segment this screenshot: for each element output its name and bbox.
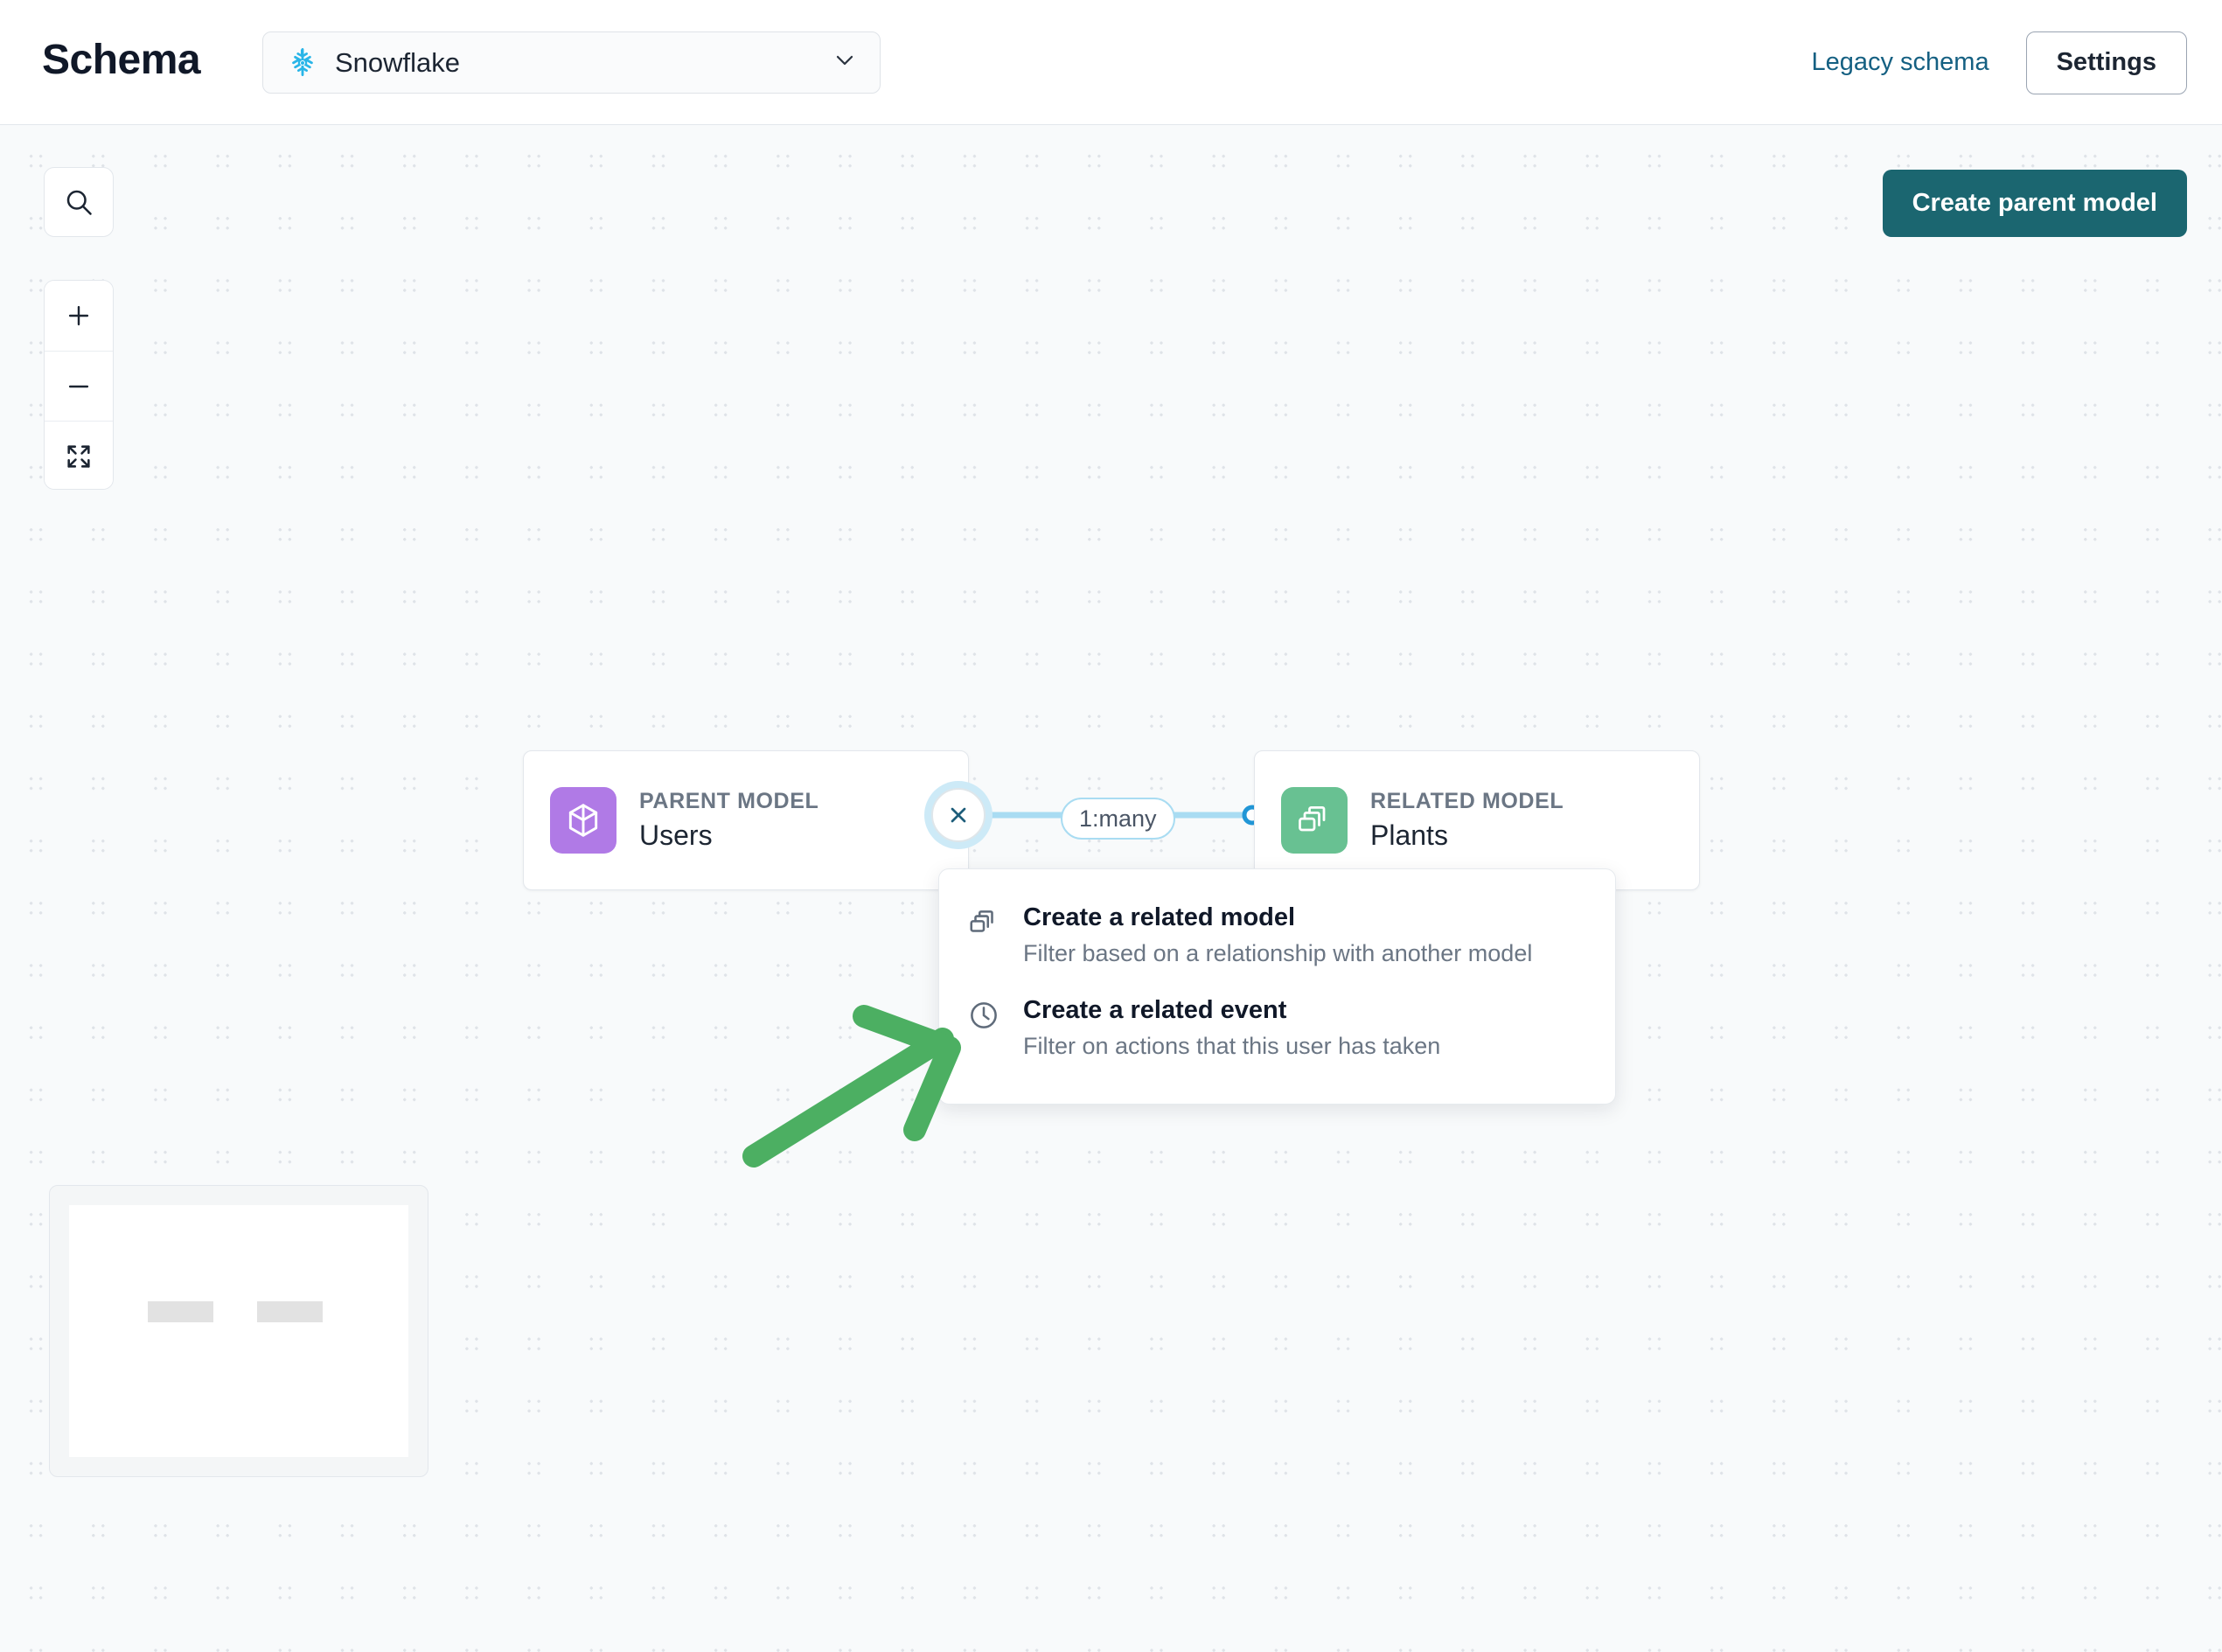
zoom-in-button[interactable] <box>45 281 113 351</box>
header-actions: Legacy schema Settings <box>1811 0 2187 125</box>
plus-icon <box>68 305 89 326</box>
zoom-out-button[interactable] <box>45 351 113 421</box>
parent-model-kind: PARENT MODEL <box>639 788 819 813</box>
menu-item-title: Create a related event <box>1023 996 1287 1024</box>
zoom-controls <box>44 280 114 490</box>
minimap[interactable] <box>49 1185 428 1477</box>
minimap-node <box>257 1301 323 1322</box>
stacked-boxes-icon <box>1281 787 1348 854</box>
app-header: Schema Snowflake Legacy schema Settings <box>0 0 2222 125</box>
menu-item-subtitle: Filter based on a relationship with anot… <box>1023 940 1533 966</box>
related-model-name: Plants <box>1370 819 1448 851</box>
data-source-select[interactable]: Snowflake <box>262 31 881 94</box>
legacy-schema-link[interactable]: Legacy schema <box>1811 48 1989 77</box>
clock-icon <box>967 999 1000 1036</box>
chevron-down-icon <box>831 46 859 79</box>
minimap-node <box>148 1301 213 1322</box>
related-model-labels: RELATED MODEL Plants <box>1370 788 1564 854</box>
expand-icon <box>67 444 90 468</box>
parent-model-node[interactable]: PARENT MODEL Users <box>523 750 969 890</box>
menu-item-body: Create a related model Filter based on a… <box>1023 901 1532 969</box>
data-source-value: Snowflake <box>335 46 461 78</box>
close-icon <box>951 807 966 823</box>
parent-model-name: Users <box>639 819 713 851</box>
settings-button[interactable]: Settings <box>2025 31 2187 94</box>
parent-model-labels: PARENT MODEL Users <box>639 788 818 854</box>
fit-view-button[interactable] <box>45 421 113 489</box>
create-parent-model-button[interactable]: Create parent model <box>1882 170 2187 237</box>
cube-icon <box>550 787 616 854</box>
minimap-viewport <box>69 1205 408 1457</box>
relationship-context-menu: Create a related model Filter based on a… <box>938 868 1616 1105</box>
menu-item-title: Create a related model <box>1023 903 1296 931</box>
search-icon <box>66 190 92 215</box>
menu-item-body: Create a related event Filter on actions… <box>1023 993 1440 1062</box>
menu-item-create-related-event[interactable]: Create a related event Filter on actions… <box>939 993 1615 1086</box>
snowflake-icon <box>286 46 319 80</box>
stacked-boxes-icon <box>967 906 1000 944</box>
search-button[interactable] <box>44 167 114 237</box>
page-title: Schema <box>42 37 201 83</box>
menu-item-create-related-model[interactable]: Create a related model Filter based on a… <box>939 901 1615 993</box>
menu-item-subtitle: Filter on actions that this user has tak… <box>1023 1033 1441 1059</box>
remove-relationship-button[interactable] <box>931 788 986 842</box>
cardinality-badge[interactable]: 1:many <box>1061 798 1175 840</box>
related-model-kind: RELATED MODEL <box>1370 788 1564 813</box>
minus-icon <box>68 385 89 387</box>
